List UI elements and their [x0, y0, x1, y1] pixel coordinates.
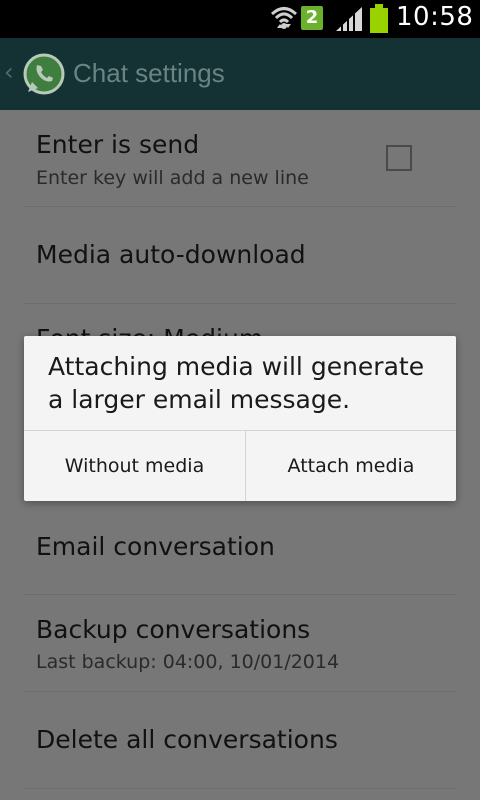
wifi-icon — [270, 4, 298, 36]
setting-email-conversation[interactable]: Email conversation — [24, 498, 456, 595]
setting-title: Media auto-download — [36, 240, 306, 269]
setting-title: Email conversation — [36, 532, 275, 561]
notification-badge: 2 — [301, 6, 323, 30]
page-title: Chat settings — [73, 58, 225, 88]
signal-icon — [334, 5, 364, 37]
setting-title: Delete all conversations — [36, 725, 338, 754]
battery-icon — [369, 4, 389, 38]
setting-title: Enter is send — [36, 130, 200, 159]
attach-media-dialog: Attaching media will generate a larger e… — [24, 336, 456, 501]
action-bar: ‹ Chat settings — [0, 38, 480, 110]
whatsapp-logo-icon[interactable] — [22, 52, 66, 100]
clock: 10:58 — [396, 2, 474, 32]
status-bar: 2 10:58 — [0, 0, 480, 38]
setting-enter-is-send[interactable]: Enter is send Enter key will add a new l… — [24, 110, 456, 207]
back-chevron-icon[interactable]: ‹ — [4, 58, 14, 86]
setting-delete-all-conversations[interactable]: Delete all conversations — [24, 692, 456, 789]
setting-media-auto-download[interactable]: Media auto-download — [24, 207, 456, 304]
enter-is-send-checkbox[interactable] — [386, 145, 412, 171]
setting-summary: Last backup: 04:00, 10/01/2014 — [36, 651, 340, 673]
setting-title: Backup conversations — [36, 615, 311, 644]
setting-backup-conversations[interactable]: Backup conversations Last backup: 04:00,… — [24, 595, 456, 692]
without-media-button[interactable]: Without media — [24, 431, 245, 501]
dialog-message: Attaching media will generate a larger e… — [48, 352, 425, 414]
setting-summary: Enter key will add a new line — [36, 167, 309, 189]
attach-media-button[interactable]: Attach media — [246, 431, 456, 501]
